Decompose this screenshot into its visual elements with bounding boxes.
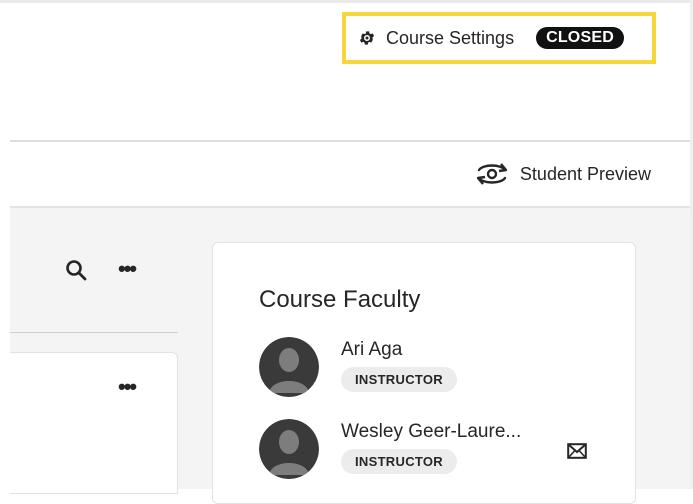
role-badge: INSTRUCTOR — [341, 367, 457, 392]
course-settings-button[interactable]: Course Settings CLOSED — [342, 12, 656, 64]
faculty-member-name[interactable]: Ari Aga — [341, 339, 457, 361]
course-toolbar: Student Preview — [10, 142, 690, 206]
mail-icon[interactable] — [567, 443, 587, 459]
avatar — [259, 419, 319, 479]
list-divider — [10, 332, 178, 333]
avatar — [259, 337, 319, 397]
search-icon[interactable] — [65, 259, 87, 281]
course-faculty-title: Course Faculty — [259, 286, 421, 313]
eye-refresh-icon — [476, 163, 508, 185]
content-item-card[interactable]: ••• — [10, 352, 178, 494]
faculty-member[interactable]: Wesley Geer-Laure... INSTRUCTOR — [259, 419, 521, 479]
student-preview-button[interactable]: Student Preview — [474, 160, 651, 188]
faculty-member-info: Ari Aga INSTRUCTOR — [341, 337, 457, 397]
item-more-options-button[interactable]: ••• — [118, 374, 137, 400]
gear-icon — [359, 31, 375, 45]
faculty-member[interactable]: Ari Aga INSTRUCTOR — [259, 337, 457, 397]
faculty-member-name[interactable]: Wesley Geer-Laure... — [341, 421, 521, 443]
course-faculty-panel: Course Faculty Ari Aga INSTRUCTOR Wesley… — [212, 242, 636, 504]
student-preview-label: Student Preview — [519, 163, 651, 184]
role-badge: INSTRUCTOR — [341, 449, 457, 474]
more-options-button[interactable]: ••• — [118, 256, 137, 282]
course-status-badge: CLOSED — [536, 27, 624, 49]
course-header: Course Settings CLOSED — [10, 3, 690, 141]
faculty-member-info: Wesley Geer-Laure... INSTRUCTOR — [341, 419, 521, 479]
course-settings-label: Course Settings — [386, 27, 515, 48]
course-content: ••• ••• Course Faculty Ari Aga INSTRUCTO… — [10, 208, 690, 504]
